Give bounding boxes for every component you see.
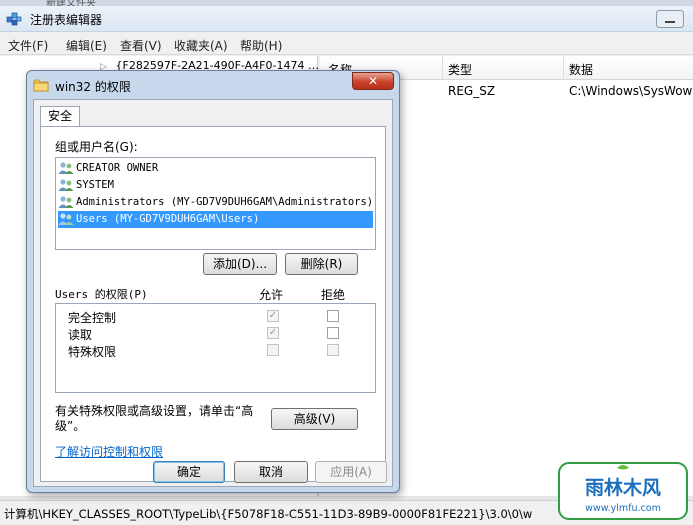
deny-checkbox[interactable] — [327, 344, 339, 356]
watermark-logo: 雨林木风 www.ylmfu.com — [556, 460, 690, 522]
user-name: Users (MY-GD7V9DUH6GAM\Users) — [76, 213, 260, 225]
permission-row-special: 特殊权限 — [56, 342, 374, 359]
dialog-body: 安全 组或用户名(G): CREATOR OWNER SYSTEM Admini… — [33, 99, 393, 487]
registry-menubar: 文件(F) 编辑(E) 查看(V) 收藏夹(A) 帮助(H) — [0, 33, 693, 55]
deny-checkbox[interactable] — [327, 310, 339, 322]
menu-file[interactable]: 文件(F) — [8, 37, 48, 54]
permission-name: 读取 — [68, 328, 93, 342]
advanced-button[interactable]: 高级(V) — [271, 408, 358, 430]
ok-button[interactable]: 确定 — [153, 461, 225, 483]
registry-editor-titlebar[interactable]: 注册表编辑器 — [0, 6, 693, 32]
registry-editor-icon — [6, 11, 22, 27]
groups-listbox[interactable]: CREATOR OWNER SYSTEM Administrators (MY-… — [55, 157, 376, 250]
deny-column-label: 拒绝 — [321, 288, 346, 302]
value-row-data[interactable]: C:\Windows\SysWow — [569, 84, 692, 98]
value-row-type[interactable]: REG_SZ — [448, 84, 495, 98]
user-name: Administrators (MY-GD7V9DUH6GAM\Administ… — [76, 196, 374, 208]
special-permissions-hint: 有关特殊权限或高级设置，请单击“高级”。 — [55, 404, 254, 433]
permissions-label: Users 的权限(P) — [55, 288, 148, 301]
allow-checkbox[interactable] — [267, 344, 279, 356]
dialog-title: win32 的权限 — [55, 80, 131, 94]
user-row-administrators[interactable]: Administrators (MY-GD7V9DUH6GAM\Administ… — [58, 194, 373, 211]
learn-access-control-link[interactable]: 了解访问控制和权限 — [55, 443, 163, 460]
column-separator[interactable] — [442, 56, 443, 80]
allow-checkbox[interactable]: ✓ — [267, 310, 279, 322]
user-row-users[interactable]: Users (MY-GD7V9DUH6GAM\Users) — [58, 211, 373, 228]
close-button[interactable]: ✕ — [352, 72, 394, 90]
menu-edit[interactable]: 编辑(E) — [66, 37, 107, 54]
user-row-creator-owner[interactable]: CREATOR OWNER — [58, 160, 373, 177]
user-group-icon — [58, 195, 74, 209]
close-icon: ✕ — [367, 74, 379, 88]
permissions-list[interactable]: 完全控制 ✓ 读取 ✓ 特殊权限 — [55, 303, 376, 393]
cancel-button[interactable]: 取消 — [234, 461, 308, 483]
user-group-icon — [58, 161, 74, 175]
permission-row-full-control: 完全控制 ✓ — [56, 308, 374, 325]
registry-editor-title: 注册表编辑器 — [30, 13, 103, 27]
apply-button[interactable]: 应用(A) — [315, 461, 387, 483]
user-group-icon — [58, 178, 74, 192]
tab-security[interactable]: 安全 — [40, 106, 80, 127]
user-name: SYSTEM — [76, 179, 114, 191]
security-tab-panel: 组或用户名(G): CREATOR OWNER SYSTEM Administr… — [40, 126, 386, 482]
user-row-system[interactable]: SYSTEM — [58, 177, 373, 194]
column-separator[interactable] — [563, 56, 564, 80]
menu-view[interactable]: 查看(V) — [120, 37, 162, 54]
allow-checkbox[interactable]: ✓ — [267, 327, 279, 339]
user-group-icon — [58, 212, 74, 226]
column-type[interactable]: 类型 — [448, 61, 472, 78]
watermark-brand: 雨林木风 — [585, 476, 661, 499]
status-path: 计算机\HKEY_CLASSES_ROOT\TypeLib\{F5078F18-… — [4, 507, 533, 521]
column-data[interactable]: 数据 — [569, 61, 593, 78]
menu-help[interactable]: 帮助(H) — [240, 37, 282, 54]
allow-column-label: 允许 — [259, 288, 284, 302]
dialog-titlebar[interactable]: win32 的权限 ✕ — [27, 71, 399, 99]
user-name: CREATOR OWNER — [76, 162, 159, 174]
remove-button[interactable]: 删除(R) — [285, 253, 358, 275]
minimize-button[interactable] — [656, 10, 684, 28]
groups-label: 组或用户名(G): — [55, 140, 138, 154]
permission-name: 特殊权限 — [68, 345, 117, 359]
permissions-dialog: win32 的权限 ✕ 安全 组或用户名(G): CREATOR OWNER S… — [26, 70, 400, 493]
permission-name: 完全控制 — [68, 311, 117, 325]
permission-row-read: 读取 ✓ — [56, 325, 374, 342]
menu-favorites[interactable]: 收藏夹(A) — [174, 37, 228, 54]
deny-checkbox[interactable] — [327, 327, 339, 339]
folder-icon — [33, 78, 49, 92]
watermark-url: www.ylmfu.com — [585, 503, 661, 514]
add-button[interactable]: 添加(D)... — [203, 253, 277, 275]
